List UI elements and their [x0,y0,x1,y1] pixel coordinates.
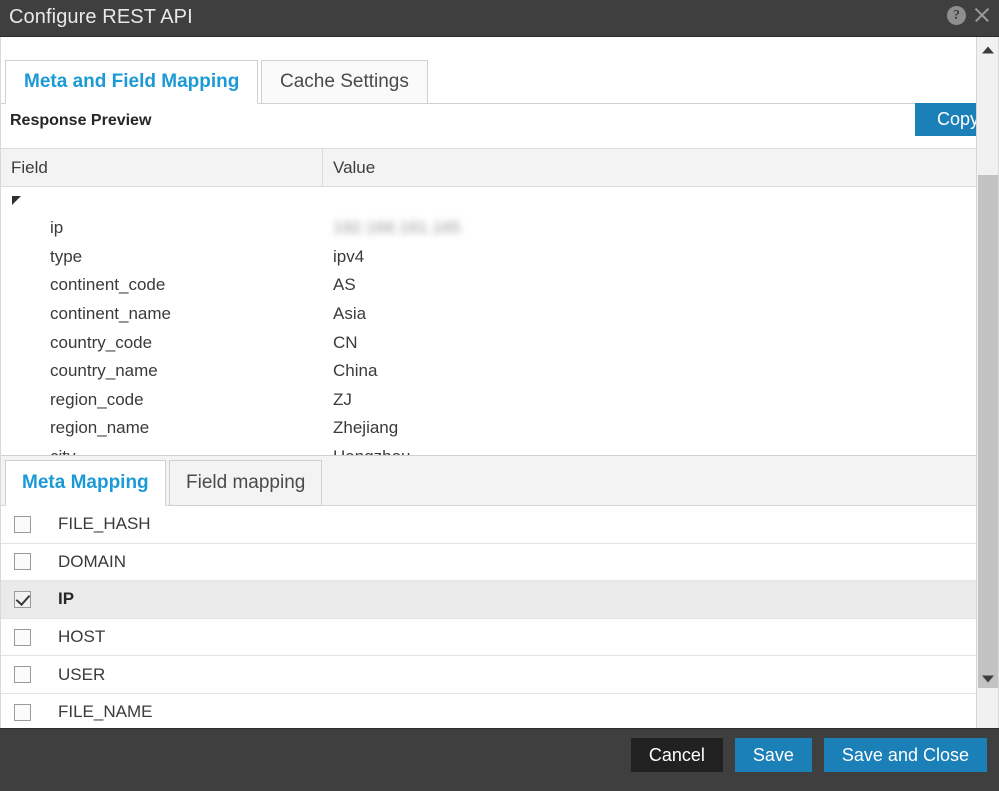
response-preview-table: Field Value ip192.168.181.165typeipv4con… [1,148,977,456]
response-preview-title: Response Preview [10,112,151,130]
table-row[interactable]: continent_nameAsia [1,300,977,329]
meta-mapping-label: FILE_NAME [58,702,152,722]
tree-expand-toggle-icon[interactable] [12,196,21,205]
redacted-value: 192.168.181.165 [333,218,461,238]
preview-field-value: CN [323,333,977,353]
tab-meta-mapping[interactable]: Meta Mapping [5,460,166,506]
preview-field-name: continent_code [1,275,323,295]
preview-field-name: city [1,447,323,456]
preview-field-value: Zhejiang [323,418,977,438]
meta-mapping-checkbox[interactable] [14,629,31,646]
meta-mapping-label: USER [58,665,105,685]
table-row[interactable]: country_nameChina [1,357,977,386]
titlebar-actions: ? [947,4,993,26]
meta-mapping-label: FILE_HASH [58,514,151,534]
meta-mapping-checkbox[interactable] [14,591,31,608]
main-tabstrip: Meta and Field Mapping Cache Settings [1,60,977,104]
dialog-footer: Cancel Save Save and Close [0,728,999,791]
table-row[interactable]: region_codeZJ [1,386,977,415]
preview-field-value: 192.168.181.165 [323,218,977,238]
chevron-up-icon [982,47,994,54]
footer-button-group: Cancel Save Save and Close [631,738,987,772]
preview-field-value: ipv4 [323,247,977,267]
scroll-up-button[interactable] [977,39,998,61]
meta-mapping-label: HOST [58,627,105,647]
preview-field-value: Hangzhou [323,447,977,456]
chevron-down-icon [982,676,994,683]
preview-field-name: continent_name [1,304,323,324]
tab-cache-settings[interactable]: Cache Settings [261,60,428,104]
column-header-value: Value [323,149,977,186]
table-row[interactable]: cityHangzhou [1,443,977,456]
cancel-button[interactable]: Cancel [631,738,723,772]
list-item[interactable]: HOST [1,619,977,657]
meta-mapping-list: FILE_HASH DOMAIN IP HOST USER FILE_NAME [1,506,977,728]
response-preview-header: Response Preview Copy [1,105,977,138]
table-row[interactable]: typeipv4 [1,243,977,272]
scroll-down-button[interactable] [977,668,998,690]
dialog-title: Configure REST API [9,6,193,29]
preview-field-name: ip [1,218,323,238]
tab-meta-and-field-mapping[interactable]: Meta and Field Mapping [5,60,258,104]
tab-field-mapping[interactable]: Field mapping [169,460,322,506]
list-item[interactable]: FILE_NAME [1,694,977,728]
list-item[interactable]: IP [1,581,977,619]
dialog-body: Meta and Field Mapping Cache Settings Re… [0,37,999,728]
tab-field-mapping-label: Field mapping [186,472,305,494]
preview-field-value: AS [323,275,977,295]
preview-field-name: country_name [1,361,323,381]
save-button[interactable]: Save [735,738,812,772]
table-row[interactable]: ip 192.168.181.165 [1,214,977,243]
response-preview-rows: ip192.168.181.165typeipv4continent_codeA… [1,214,977,456]
column-header-field: Field [1,149,323,186]
preview-field-name: region_name [1,418,323,438]
list-item[interactable]: DOMAIN [1,544,977,582]
save-and-close-button[interactable]: Save and Close [824,738,987,772]
vertical-scrollbar[interactable] [976,37,998,728]
tree-root-node [1,187,977,214]
preview-field-value: Asia [323,304,977,324]
preview-field-value: China [323,361,977,381]
list-item[interactable]: USER [1,656,977,694]
mapping-tabstrip: Meta Mapping Field mapping [1,456,977,506]
response-preview-table-header: Field Value [1,149,977,187]
meta-mapping-checkbox[interactable] [14,553,31,570]
preview-field-value: ZJ [323,390,977,410]
scrollbar-thumb[interactable] [978,175,998,688]
preview-field-name: country_code [1,333,323,353]
meta-mapping-checkbox[interactable] [14,666,31,683]
tab-meta-and-field-mapping-label: Meta and Field Mapping [24,71,239,93]
meta-mapping-checkbox[interactable] [14,516,31,533]
table-row[interactable]: continent_codeAS [1,271,977,300]
help-circle-icon[interactable]: ? [947,6,966,25]
configure-rest-api-dialog: Configure REST API ? Meta and Field Mapp… [0,0,999,791]
preview-field-name: region_code [1,390,323,410]
dialog-titlebar: Configure REST API ? [0,0,999,37]
meta-mapping-label: DOMAIN [58,552,126,572]
close-icon[interactable] [971,4,993,26]
list-item[interactable]: FILE_HASH [1,506,977,544]
table-row[interactable]: region_nameZhejiang [1,414,977,443]
tab-meta-mapping-label: Meta Mapping [22,472,149,494]
table-row[interactable]: country_codeCN [1,328,977,357]
meta-mapping-label: IP [58,589,74,609]
preview-field-name: type [1,247,323,267]
tab-cache-settings-label: Cache Settings [280,71,409,93]
meta-mapping-checkbox[interactable] [14,704,31,721]
